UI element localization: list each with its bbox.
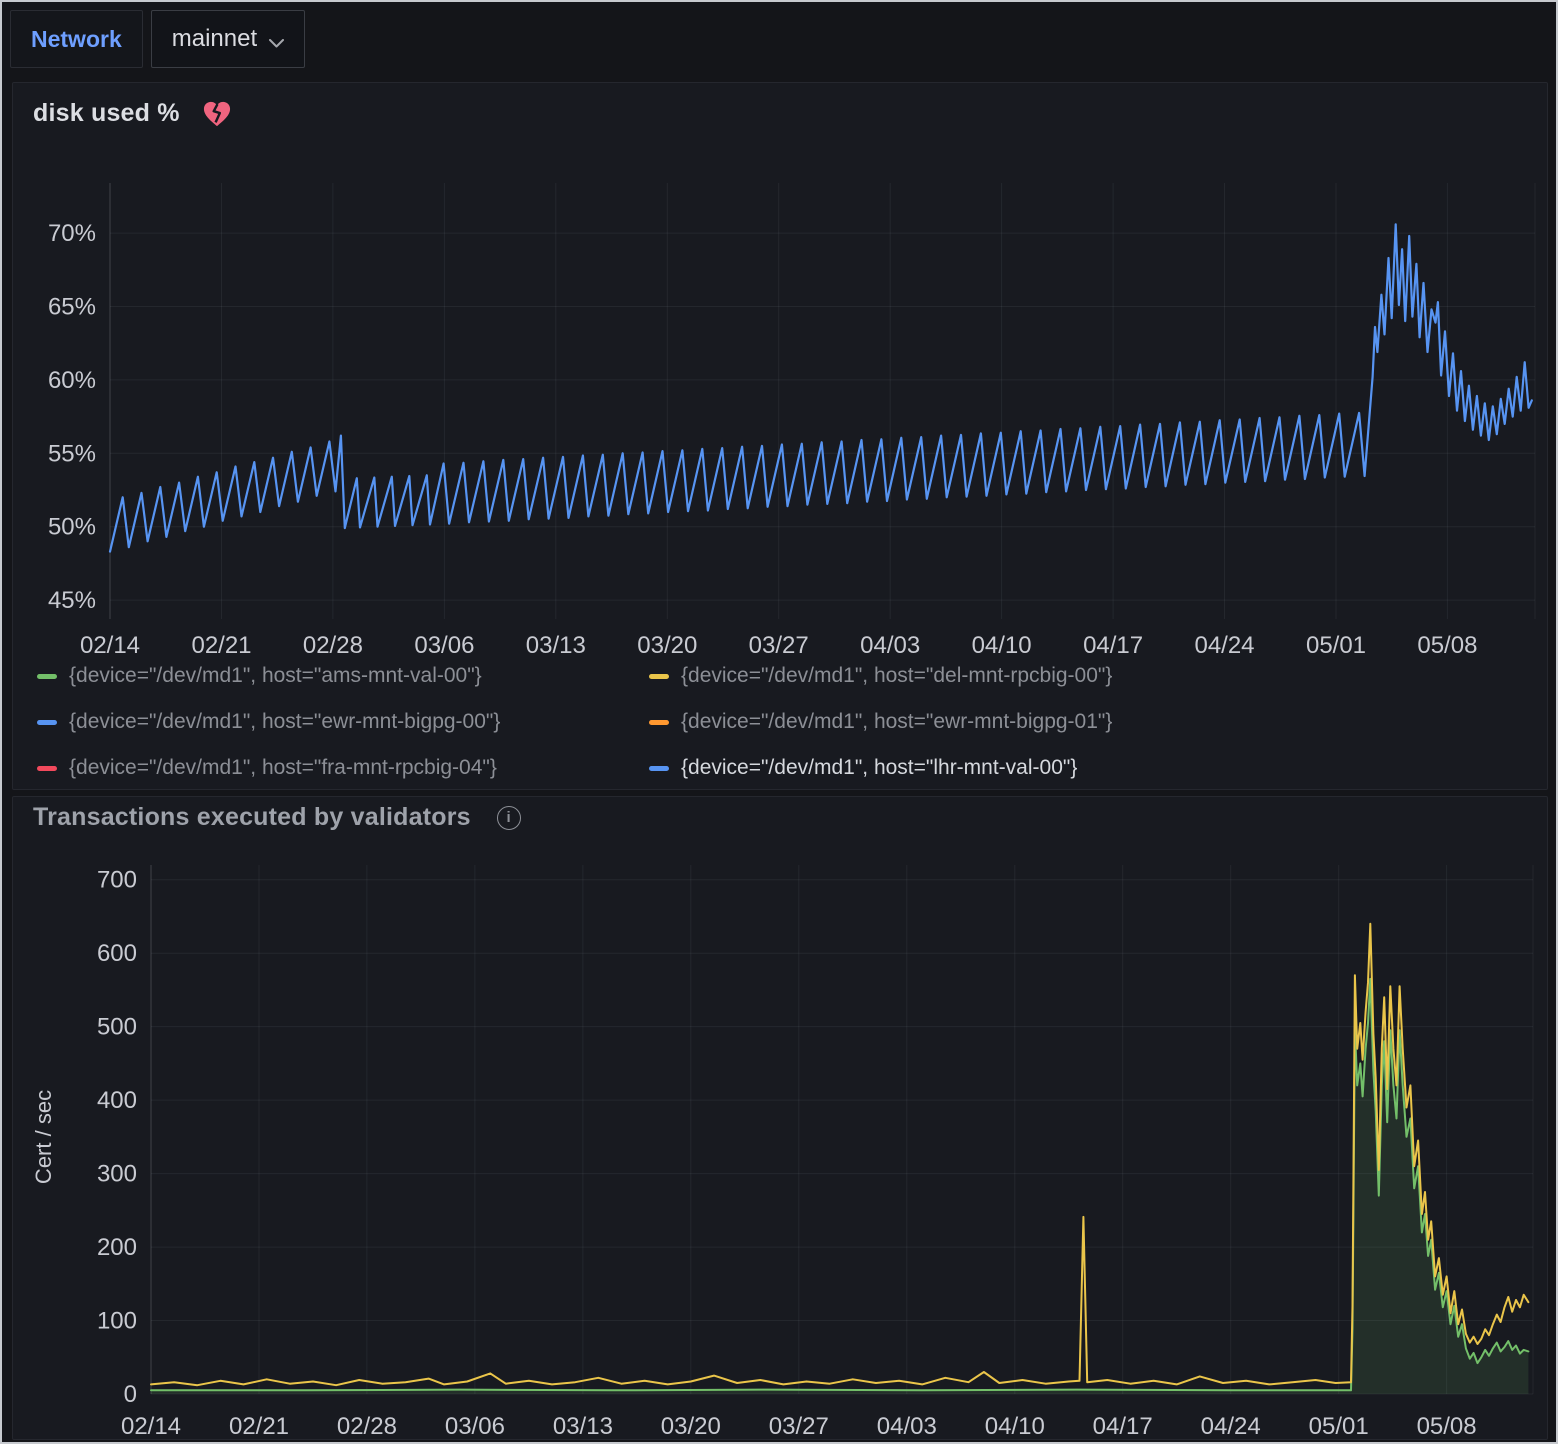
legend-item[interactable]: {device="/dev/md1", host="ewr-mnt-bigpg-… (649, 707, 1112, 737)
svg-text:45%: 45% (48, 587, 96, 614)
svg-text:03/13: 03/13 (553, 1413, 613, 1439)
legend-series-label: {device="/dev/md1", host="ams-mnt-val-00… (69, 664, 482, 688)
svg-text:04/17: 04/17 (1093, 1413, 1153, 1439)
network-variable-label-text: Network (31, 26, 122, 53)
svg-text:02/14: 02/14 (80, 632, 140, 659)
svg-text:0: 0 (124, 1381, 137, 1408)
legend-series-swatch (649, 674, 669, 679)
legend-series-label: {device="/dev/md1", host="ewr-mnt-bigpg-… (69, 710, 500, 734)
legend-series-swatch (649, 766, 669, 771)
network-variable-dropdown[interactable]: mainnet (151, 10, 305, 68)
dashboard-variable-bar: Network mainnet (10, 10, 305, 68)
panel-title-disk-used: disk used % (33, 99, 232, 128)
panel-title-text: disk used % (33, 99, 180, 128)
svg-text:04/10: 04/10 (972, 632, 1032, 659)
svg-text:04/03: 04/03 (860, 632, 920, 659)
svg-text:05/08: 05/08 (1417, 1413, 1477, 1439)
legend-series-swatch (37, 674, 57, 679)
svg-text:02/28: 02/28 (337, 1413, 397, 1439)
svg-text:04/03: 04/03 (877, 1413, 937, 1439)
legend-series-swatch (649, 720, 669, 725)
network-variable-label: Network (10, 10, 143, 68)
svg-text:100: 100 (97, 1308, 137, 1335)
panel-title-transactions: Transactions executed by validators i (33, 803, 521, 832)
legend-series-label: {device="/dev/md1", host="fra-mnt-rpcbig… (69, 756, 497, 780)
legend-item[interactable]: {device="/dev/md1", host="ams-mnt-val-00… (37, 661, 649, 691)
legend-series-label: {device="/dev/md1", host="lhr-mnt-val-00… (681, 756, 1077, 780)
svg-text:05/01: 05/01 (1309, 1413, 1369, 1439)
panel-disk-used: disk used % 02/14 02/21 02/28 03/06 03/13 03/… (12, 82, 1548, 790)
legend-item[interactable]: {device="/dev/md1", host="ewr-mnt-bigpg-… (37, 707, 649, 737)
svg-text:02/14: 02/14 (121, 1413, 181, 1439)
svg-text:200: 200 (97, 1234, 137, 1261)
disk-used-legend: {device="/dev/md1", host="ams-mnt-val-00… (37, 661, 1112, 783)
legend-item[interactable]: {device="/dev/md1", host="del-mnt-rpcbig… (649, 661, 1112, 691)
svg-text:03/13: 03/13 (526, 632, 586, 659)
svg-text:50%: 50% (48, 514, 96, 541)
svg-text:03/27: 03/27 (749, 632, 809, 659)
network-variable-value: mainnet (172, 25, 257, 53)
svg-text:500: 500 (97, 1014, 137, 1041)
svg-text:05/01: 05/01 (1306, 632, 1366, 659)
svg-text:65%: 65% (48, 294, 96, 321)
legend-series-label: {device="/dev/md1", host="ewr-mnt-bigpg-… (681, 710, 1112, 734)
svg-text:05/08: 05/08 (1417, 632, 1477, 659)
svg-text:02/21: 02/21 (191, 632, 251, 659)
chevron-down-icon (269, 27, 284, 55)
transactions-chart[interactable]: 02/14 02/21 02/28 03/06 03/13 03/20 03/27 04/03… (15, 855, 1547, 1439)
legend-series-swatch (37, 720, 57, 725)
svg-text:04/10: 04/10 (985, 1413, 1045, 1439)
legend-series-label: {device="/dev/md1", host="del-mnt-rpcbig… (681, 664, 1112, 688)
disk-used-chart[interactable]: 02/14 02/21 02/28 03/06 03/13 03/20 03/27 04/03… (15, 159, 1547, 669)
svg-text:03/06: 03/06 (414, 632, 474, 659)
svg-text:02/21: 02/21 (229, 1413, 289, 1439)
svg-text:03/27: 03/27 (769, 1413, 829, 1439)
svg-text:03/20: 03/20 (637, 632, 697, 659)
svg-text:700: 700 (97, 867, 137, 894)
svg-text:04/17: 04/17 (1083, 632, 1143, 659)
legend-item[interactable]: {device="/dev/md1", host="fra-mnt-rpcbig… (37, 753, 649, 783)
legend-series-swatch (37, 766, 57, 771)
svg-text:60%: 60% (48, 367, 96, 394)
svg-text:400: 400 (97, 1087, 137, 1114)
broken-heart-icon (202, 100, 232, 128)
panel-transactions: Transactions executed by validators i Ce… (12, 796, 1548, 1440)
svg-text:03/20: 03/20 (661, 1413, 721, 1439)
svg-text:300: 300 (97, 1161, 137, 1188)
svg-text:70%: 70% (48, 220, 96, 247)
svg-text:03/06: 03/06 (445, 1413, 505, 1439)
svg-text:600: 600 (97, 940, 137, 967)
svg-text:04/24: 04/24 (1194, 632, 1254, 659)
svg-text:55%: 55% (48, 440, 96, 467)
svg-text:02/28: 02/28 (303, 632, 363, 659)
info-icon[interactable]: i (497, 806, 521, 830)
panel-title-text: Transactions executed by validators (33, 803, 471, 832)
legend-item[interactable]: {device="/dev/md1", host="lhr-mnt-val-00… (649, 753, 1112, 783)
svg-text:04/24: 04/24 (1201, 1413, 1261, 1439)
